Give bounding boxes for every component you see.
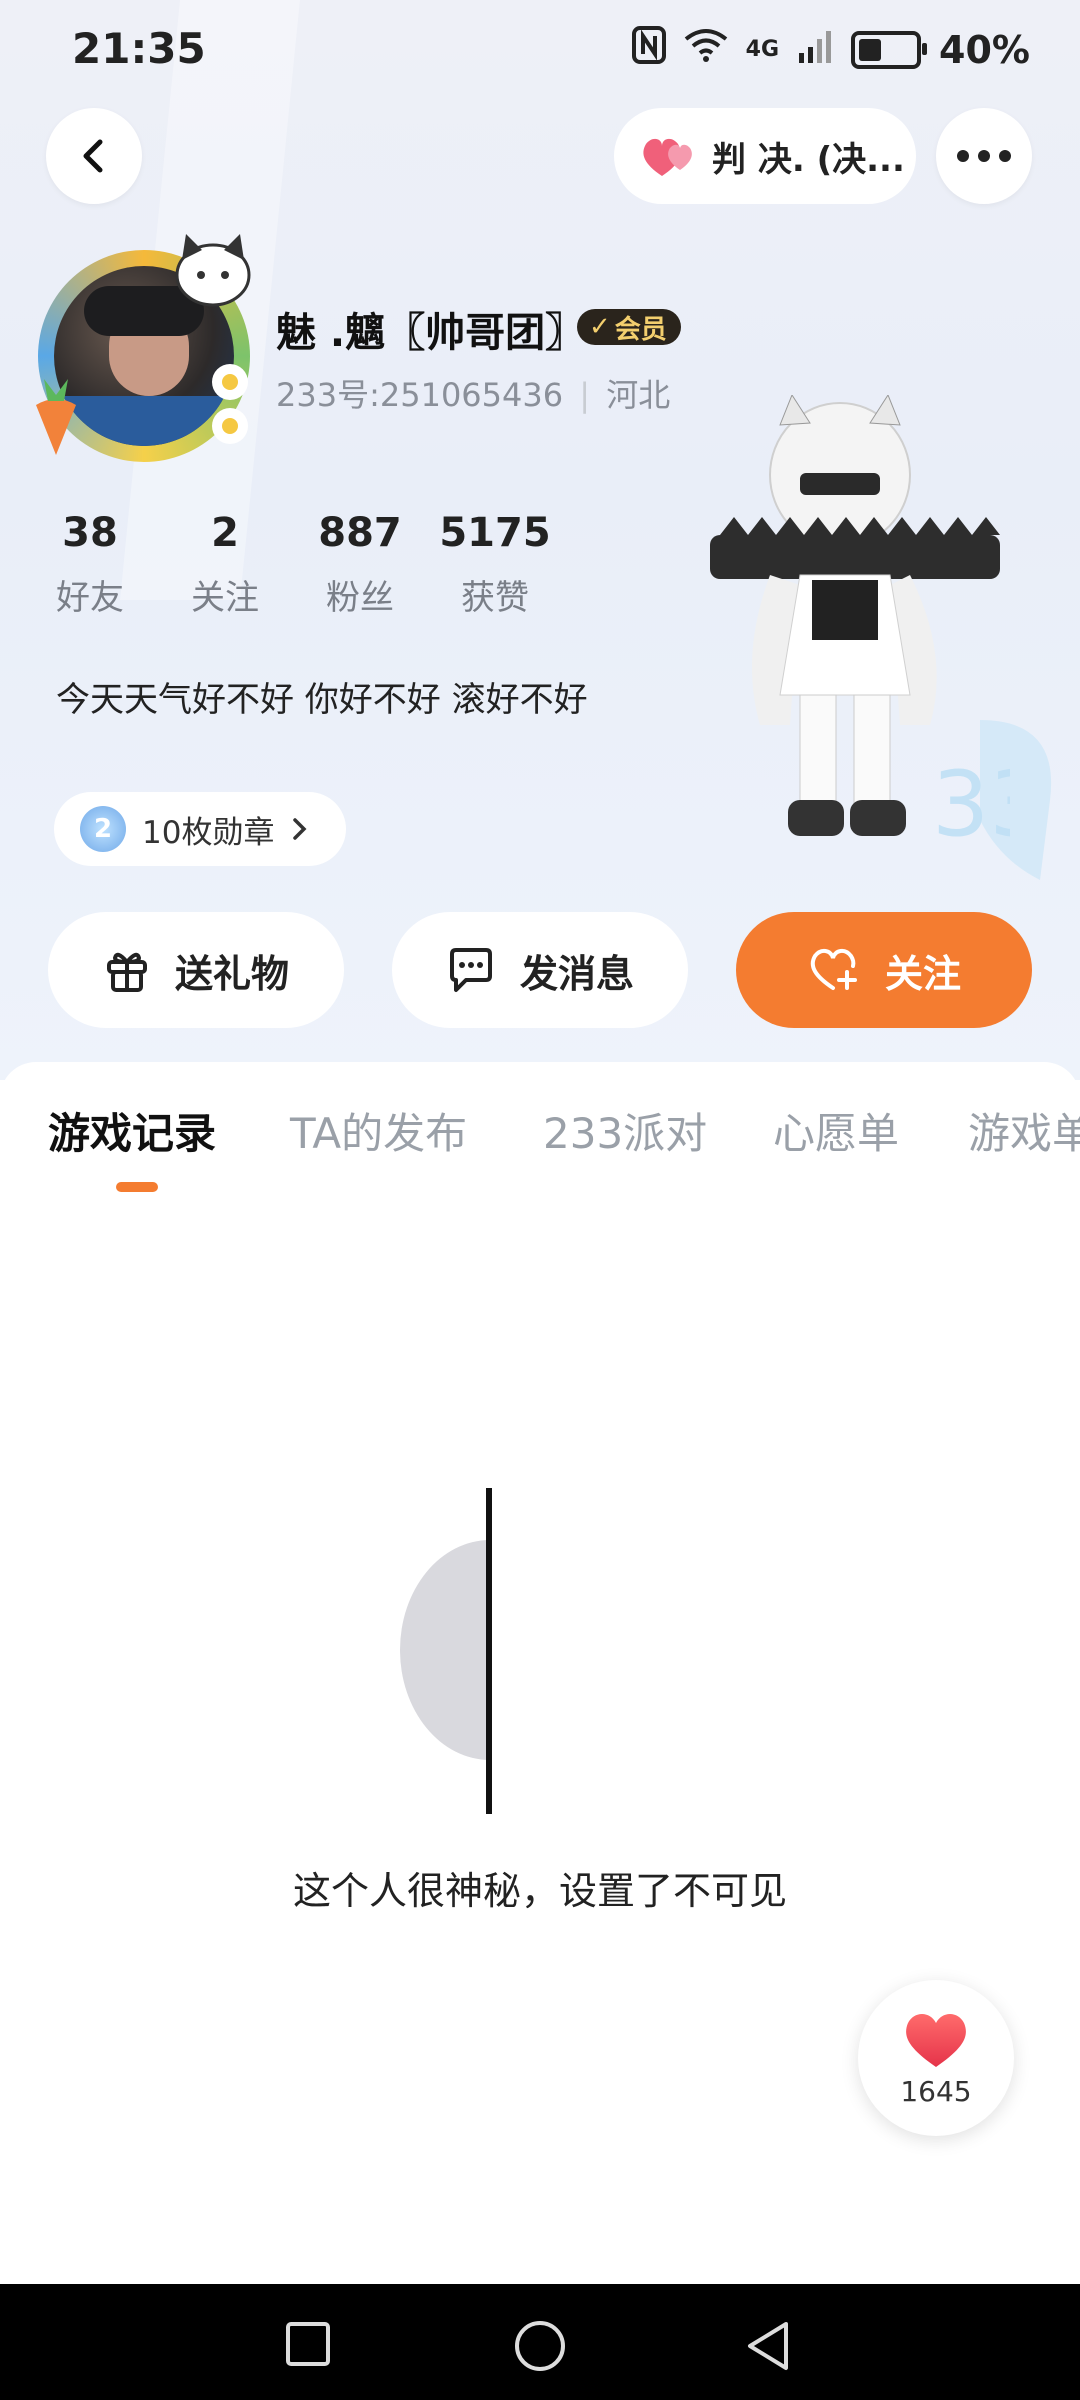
back-button[interactable]: [46, 108, 142, 204]
profile-info: 233号:251065436 | 河北: [276, 370, 670, 416]
more-dots-icon: [957, 150, 1011, 162]
chat-bubble-icon: [449, 948, 492, 992]
message-button[interactable]: 发消息: [392, 912, 688, 1028]
stat-label: 获赞: [461, 578, 529, 618]
like-count: 1645: [900, 2074, 972, 2108]
user-location: 河北: [606, 376, 671, 414]
signal-icon: [797, 28, 833, 72]
medal-icon: 2: [80, 806, 126, 852]
battery-icon: [851, 30, 928, 69]
flower-icon: [212, 364, 248, 444]
user-id: 233号:251065436: [276, 376, 564, 414]
stat-value: 5175: [439, 510, 551, 556]
back-nav-icon[interactable]: [742, 2318, 794, 2374]
badges-button[interactable]: 2 10枚勋章: [54, 792, 346, 866]
tab-game-records[interactable]: 游戏记录: [48, 1100, 216, 1161]
stat-following[interactable]: 2 关注: [155, 510, 295, 619]
tab-party[interactable]: 233派对: [543, 1100, 707, 1161]
gift-button[interactable]: 送礼物: [48, 912, 344, 1028]
vip-label: 会员: [614, 314, 667, 345]
svg-text:33: 33: [932, 752, 1010, 857]
stat-value: 2: [211, 510, 239, 556]
profile-signature: 今天天气好不好 你好不好 滚好不好: [56, 680, 588, 720]
stat-value: 887: [318, 510, 402, 556]
stat-label: 关注: [191, 578, 259, 618]
system-nav-bar: [0, 2284, 1080, 2400]
heart-plus-icon: [810, 949, 857, 990]
tab-indicator: [116, 1182, 158, 1192]
battery-percent: 40%: [939, 27, 1030, 72]
wifi-icon: [684, 27, 728, 72]
mood-text: 判 决. (决...: [712, 139, 905, 180]
hearts-icon: [643, 138, 692, 176]
chevron-right-icon: [293, 818, 307, 840]
status-time: 21:35: [72, 24, 206, 73]
stat-value: 38: [62, 510, 118, 556]
mood-pill[interactable]: 判 决. (决...: [614, 108, 916, 204]
carrot-icon: [36, 379, 76, 455]
recent-apps-icon[interactable]: [284, 2320, 332, 2368]
vip-badge[interactable]: ✓ 会员: [577, 309, 681, 345]
status-bar: 21:35 4G 40%: [0, 0, 1080, 100]
tab-game-list[interactable]: 游戏单: [968, 1100, 1080, 1161]
network-type: 4G: [745, 37, 780, 62]
gift-icon: [106, 952, 147, 992]
gift-label: 送礼物: [174, 951, 289, 996]
message-label: 发消息: [519, 951, 634, 996]
tab-wishlist[interactable]: 心愿单: [773, 1100, 899, 1161]
vip-v-icon: ✓: [589, 312, 611, 342]
heart-icon: [906, 2013, 966, 2067]
like-button[interactable]: 1645: [858, 1980, 1014, 2136]
stat-label: 粉丝: [326, 578, 394, 618]
stat-friends[interactable]: 38 好友: [20, 510, 160, 619]
nfc-icon: [631, 26, 666, 73]
chevron-left-icon: [83, 139, 103, 173]
avatar[interactable]: [30, 234, 260, 462]
stat-fans[interactable]: 887 粉丝: [290, 510, 430, 619]
follow-label: 关注: [884, 951, 961, 996]
tab-posts[interactable]: TA的发布: [290, 1100, 467, 1161]
hidden-placeholder-icon: [400, 1488, 492, 1814]
info-divider: |: [579, 376, 591, 414]
status-icons: 4G 40%: [631, 26, 1030, 73]
stat-label: 好友: [56, 578, 124, 618]
badges-label: 10枚勋章: [142, 814, 275, 851]
cat-sticker-icon: [175, 234, 251, 307]
profile-name: 魅 .魑〖帅哥团〗: [276, 310, 586, 356]
avatar-character-image: 33: [710, 395, 1010, 857]
home-icon[interactable]: [512, 2318, 568, 2374]
stat-likes[interactable]: 5175 获赞: [425, 510, 565, 619]
empty-state-text: 这个人很神秘，设置了不可见: [292, 1869, 787, 1913]
follow-button[interactable]: 关注: [736, 912, 1032, 1028]
more-button[interactable]: [936, 108, 1032, 204]
